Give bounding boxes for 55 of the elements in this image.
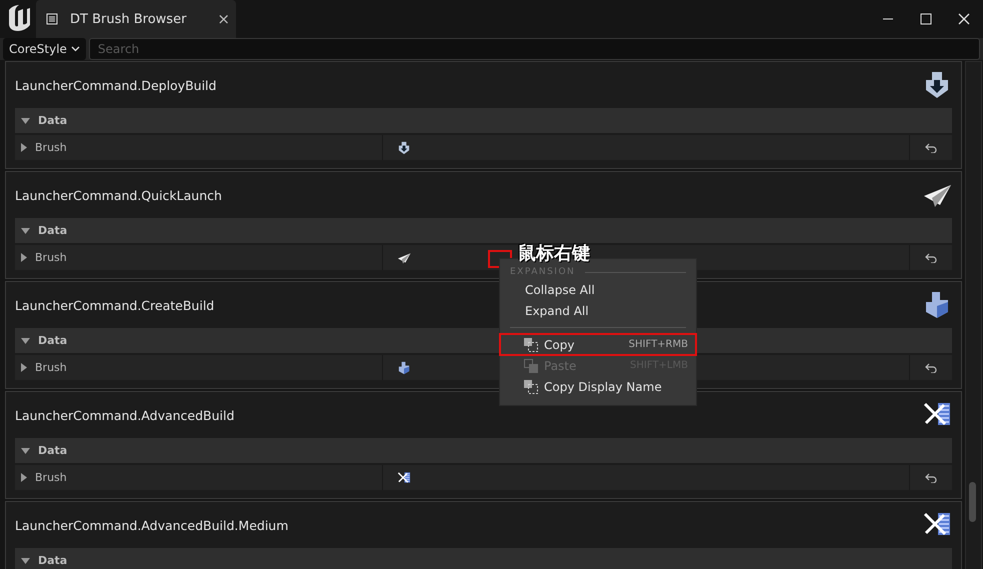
brush-name: LauncherCommand.AdvancedBuild [15, 408, 234, 422]
scrollbar-thumb[interactable] [969, 482, 976, 522]
style-dropdown[interactable]: CoreStyle [3, 38, 86, 60]
maximize-icon[interactable] [920, 13, 932, 25]
property-label: Brush [35, 251, 67, 264]
section-label: Data [38, 444, 68, 457]
triangle-down-icon [21, 228, 30, 234]
triangle-down-icon [21, 558, 30, 564]
engine-logo-icon [6, 4, 32, 32]
browser-tab[interactable]: DT Brush Browser × [36, 0, 236, 38]
copy-icon [524, 338, 538, 352]
triangle-right-icon[interactable] [21, 253, 27, 262]
reset-arrow-icon[interactable] [925, 472, 937, 482]
menu-item[interactable]: Expand All [500, 300, 696, 321]
annotation-label: 鼠标右键 [518, 243, 590, 265]
table-icon [46, 13, 58, 25]
triangle-down-icon [21, 338, 30, 344]
section-header[interactable]: Data [15, 108, 952, 133]
menu-item[interactable]: Collapse All [500, 279, 696, 300]
tab-close-button[interactable]: × [217, 10, 230, 28]
brush-name: LauncherCommand.QuickLaunch [15, 188, 222, 202]
brush-name: LauncherCommand.DeployBuild [15, 78, 216, 92]
triangle-down-icon [21, 448, 30, 454]
shortcut-label: SHIFT+RMB [628, 339, 688, 350]
property-label: Brush [35, 471, 67, 484]
paste-icon [524, 358, 538, 372]
tab-title: DT Brush Browser [70, 12, 188, 26]
property-label: Brush [35, 361, 67, 374]
close-icon[interactable] [958, 13, 970, 25]
reset-arrow-icon[interactable] [925, 362, 937, 372]
section-header[interactable]: Data [15, 218, 952, 243]
section-label: Data [38, 224, 68, 237]
search-field[interactable]: Search [88, 38, 980, 60]
stacked-boxes-icon [397, 360, 411, 374]
brush-name: LauncherCommand.CreateBuild [15, 298, 214, 312]
triangle-right-icon[interactable] [21, 473, 27, 482]
reset-arrow-icon[interactable] [925, 142, 937, 152]
triangle-down-icon [21, 118, 30, 124]
section-label: Data [38, 334, 68, 347]
menu-item[interactable]: Copy SHIFT+RMB [500, 334, 696, 355]
box-arrow-icon [397, 140, 411, 154]
section-header[interactable]: Data [15, 548, 952, 569]
copy-icon [524, 380, 538, 394]
triangle-right-icon[interactable] [21, 363, 27, 372]
paper-plane-icon [397, 250, 411, 264]
reset-arrow-icon[interactable] [925, 252, 937, 262]
triangle-right-icon[interactable] [21, 143, 27, 152]
brush-name: LauncherCommand.AdvancedBuild.Medium [15, 518, 288, 532]
section-header[interactable]: Data [15, 438, 952, 463]
section-label: Data [38, 114, 68, 127]
tools-list-icon [397, 470, 411, 484]
property-label: Brush [35, 141, 67, 154]
chevron-down-icon [70, 46, 80, 52]
menu-item[interactable]: Copy Display Name [500, 376, 696, 397]
section-label: Data [38, 554, 68, 567]
